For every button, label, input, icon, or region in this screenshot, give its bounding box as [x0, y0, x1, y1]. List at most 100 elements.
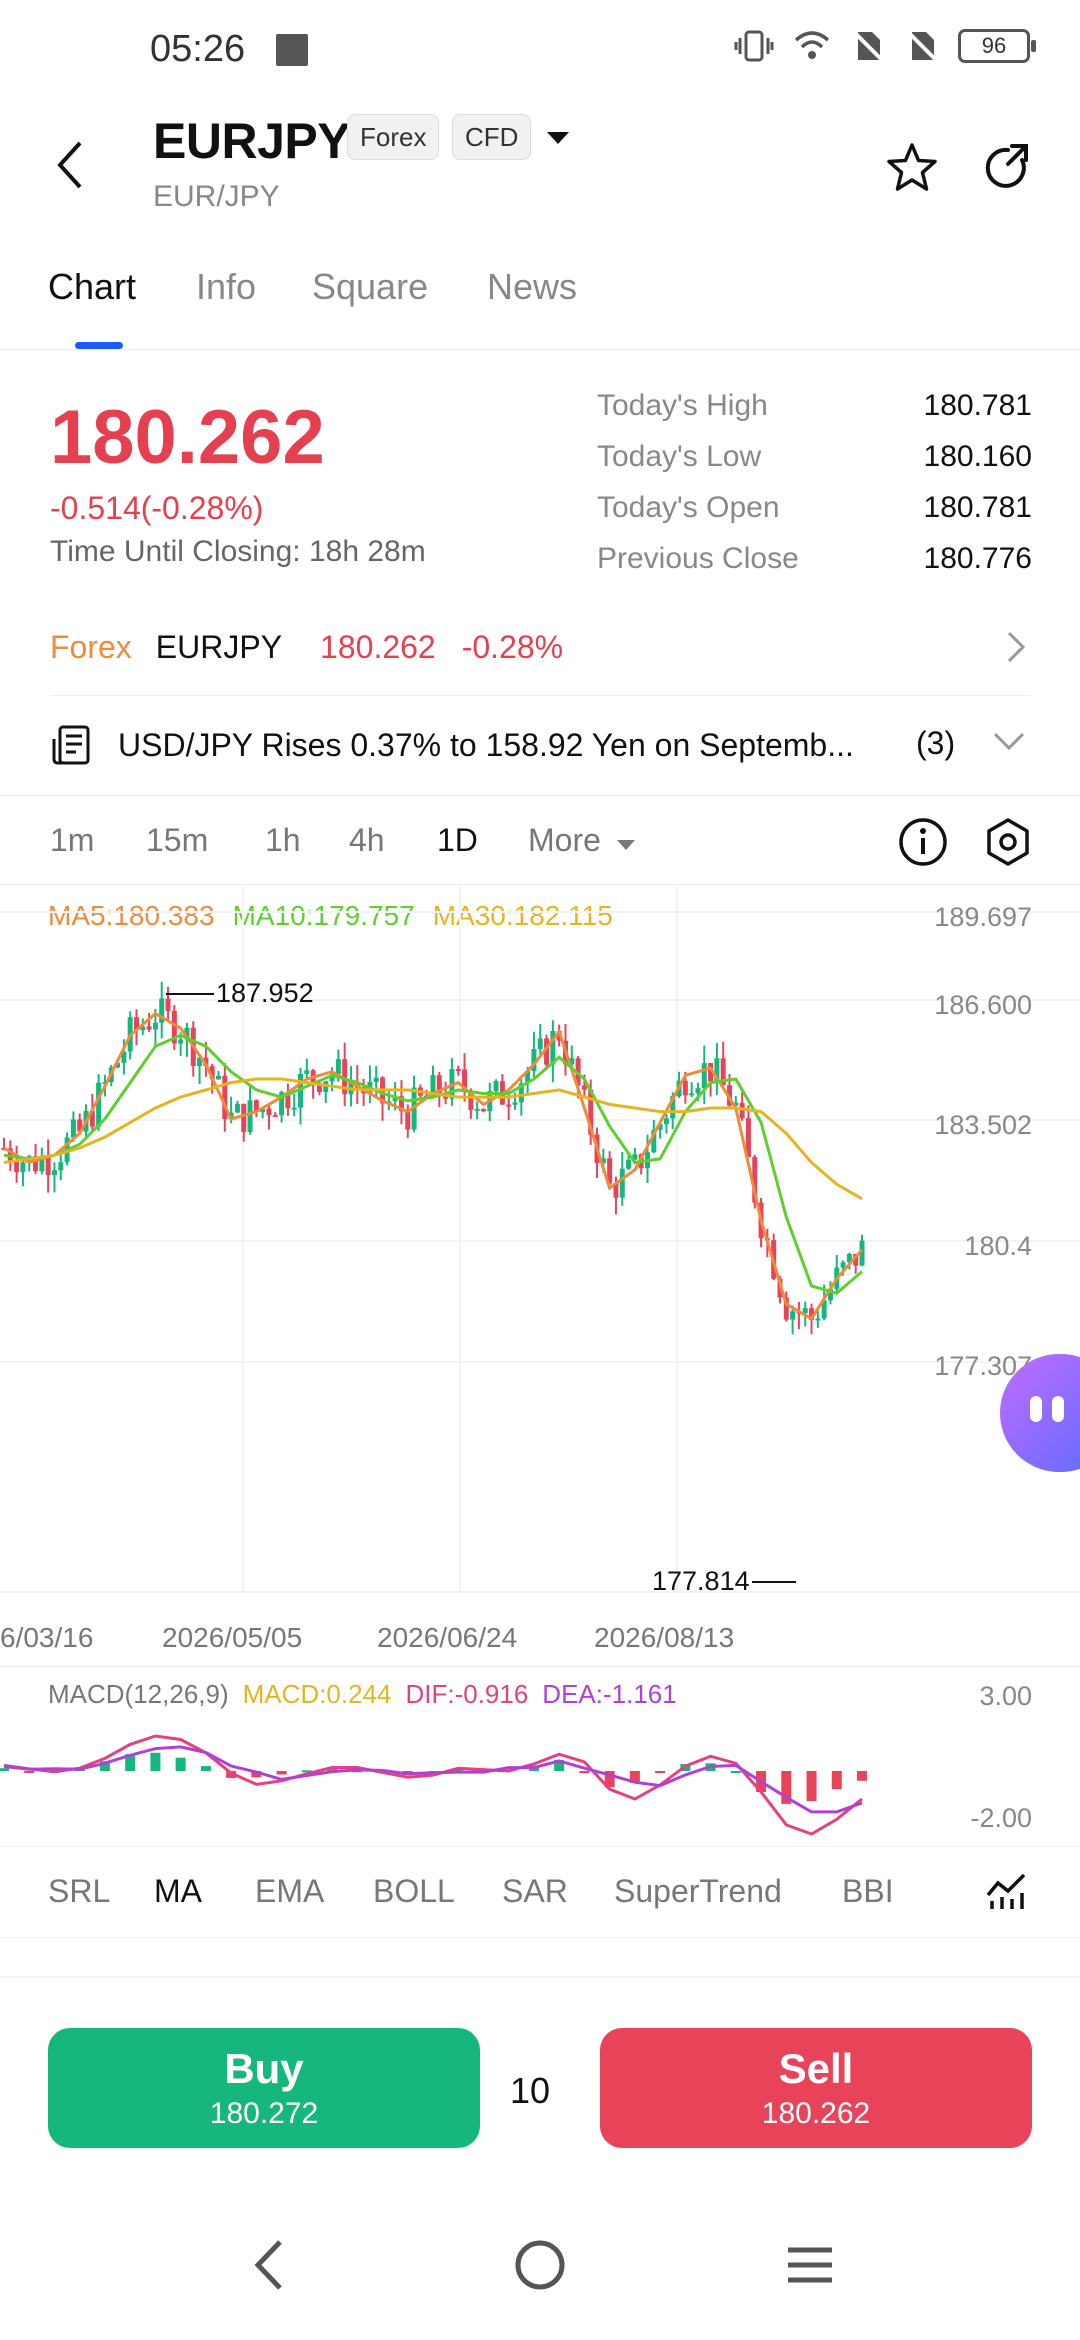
candle-body: [695, 1088, 701, 1094]
symbol-title: EURJPY: [153, 113, 351, 169]
candlestick-chart: [0, 886, 1080, 1593]
dif-line: [3, 1734, 863, 1836]
battery-level: 96: [981, 33, 1007, 58]
timeframe-1m[interactable]: 1m: [50, 822, 94, 859]
candle-body: [790, 1311, 796, 1320]
stat-label: Today's Low: [597, 439, 762, 473]
news-headline: USD/JPY Rises 0.37% to 158.92 Yen on Sep…: [118, 726, 854, 763]
app-header: EURJPY Forex CFD EUR/JPY: [0, 100, 1080, 240]
low-annotation-value: 177.814: [652, 1566, 750, 1596]
timeframe-15m[interactable]: 15m: [146, 822, 208, 859]
share-icon: [985, 144, 1028, 188]
tab-info[interactable]: Info: [196, 266, 256, 308]
macd-histogram-bar: [200, 1766, 211, 1771]
active-tab-indicator: [75, 342, 123, 349]
candle-body: [512, 1102, 518, 1105]
news-count: (3): [916, 725, 956, 761]
stat-value: 180.160: [923, 439, 1032, 473]
candle-body: [51, 1170, 57, 1176]
buy-button[interactable]: Buy 180.272: [48, 2028, 480, 2148]
sell-label: Sell: [778, 2045, 854, 2092]
indicator-supertrend[interactable]: SuperTrend: [614, 1873, 782, 1910]
macd-histogram-bar: [276, 1771, 287, 1775]
chart-info-button[interactable]: [897, 816, 949, 868]
system-nav-bar: [0, 2210, 1080, 2320]
macd-histogram-bar: [175, 1757, 186, 1771]
macd-y-bottom: -2.00: [970, 1803, 1032, 1833]
chart-settings-button[interactable]: [982, 816, 1034, 868]
timeframe-bar: 1m 15m 1h 4h 1D More: [0, 795, 1080, 885]
candle-body: [14, 1161, 20, 1173]
symbol-dropdown[interactable]: [545, 130, 571, 151]
chevron-left-icon: [57, 141, 82, 189]
low-annotation-line: [751, 1580, 796, 1583]
candle-body: [626, 1159, 632, 1169]
related-change: -0.28%: [461, 629, 564, 665]
macd-panel[interactable]: MACD(12,26,9) MACD:0.244 DIF:-0.916 DEA:…: [0, 1666, 1080, 1846]
candle-body: [682, 1080, 688, 1096]
sell-button[interactable]: Sell 180.262: [600, 2028, 1032, 2148]
sell-price: 180.262: [761, 2097, 871, 2130]
dea-value: DEA:-1.161: [542, 1679, 677, 1709]
indicator-boll[interactable]: BOLL: [373, 1873, 455, 1910]
stat-value: 180.776: [923, 541, 1032, 575]
share-button[interactable]: [978, 138, 1038, 198]
market-label: Forex: [50, 629, 132, 665]
timeframe-1h[interactable]: 1h: [265, 822, 301, 859]
candle-body: [619, 1168, 625, 1198]
tab-chart[interactable]: Chart: [48, 266, 136, 308]
macd-value: MACD:0.244: [242, 1679, 392, 1709]
info-icon: [899, 818, 947, 866]
candle-body: [815, 1318, 821, 1321]
timeframe-1d[interactable]: 1D: [437, 822, 478, 859]
related-symbol: EURJPY: [155, 629, 283, 665]
stat-label: Today's Open: [597, 490, 780, 524]
indicator-srl[interactable]: SRL: [48, 1873, 110, 1910]
tag-forex: Forex: [347, 114, 440, 160]
candle-body: [152, 1022, 158, 1030]
nav-back-button[interactable]: [228, 2230, 308, 2300]
chevron-right-icon: [1007, 631, 1026, 663]
indicator-settings-icon[interactable]: [984, 1869, 1028, 1913]
favorite-button[interactable]: [882, 138, 942, 198]
macd-histogram-bar: [806, 1771, 817, 1802]
candle-body: [493, 1081, 499, 1092]
timeframe-more[interactable]: More: [528, 822, 636, 859]
tab-news[interactable]: News: [487, 266, 577, 308]
related-instrument-row[interactable]: Forex EURJPY 180.262 -0.28%: [50, 600, 1030, 696]
buy-label: Buy: [224, 2045, 304, 2092]
price-change: -0.514(-0.28%): [50, 490, 264, 526]
price-chart[interactable]: MA5:180.383 MA10:179.757 MA30:182.115 18…: [0, 886, 1080, 1686]
macd-legend: MACD(12,26,9) MACD:0.244 DIF:-0.916 DEA:…: [48, 1679, 677, 1710]
news-icon: [52, 725, 90, 765]
candle-body: [241, 1103, 247, 1132]
high-annotation-value: 187.952: [216, 978, 314, 1008]
indicator-ma[interactable]: MA: [154, 1873, 202, 1910]
high-annotation: 187.952: [166, 978, 314, 1009]
x-tick: 2026/06/24: [377, 1622, 518, 1653]
candle-body: [234, 1103, 240, 1113]
quantity-value[interactable]: 10: [510, 2070, 550, 2112]
nav-home-button[interactable]: [500, 2230, 580, 2300]
news-ticker[interactable]: USD/JPY Rises 0.37% to 158.92 Yen on Sep…: [50, 697, 1030, 793]
back-button[interactable]: [40, 135, 100, 195]
candle-body: [96, 1082, 102, 1127]
star-icon: [887, 143, 937, 191]
no-sim-icon-2: [904, 28, 940, 64]
indicator-bar: SRL MA EMA BOLL SAR SuperTrend BBI: [0, 1846, 1080, 1938]
settings-icon: [987, 818, 1029, 866]
candle-body: [146, 1026, 152, 1030]
y-tick: 183.502: [934, 1110, 1032, 1140]
stat-value: 180.781: [923, 490, 1032, 524]
indicator-sar[interactable]: SAR: [502, 1873, 568, 1910]
candle-body: [537, 1038, 543, 1049]
low-annotation: 177.814: [652, 1566, 796, 1597]
timeframe-4h[interactable]: 4h: [349, 822, 385, 859]
nav-menu-button[interactable]: [770, 2230, 850, 2300]
tab-square[interactable]: Square: [312, 266, 428, 308]
quote-stats: Today's High 180.781 Today's Low 180.160 T…: [597, 380, 1032, 584]
nav-home-icon: [515, 2240, 565, 2290]
indicator-ema[interactable]: EMA: [255, 1873, 324, 1910]
indicator-bbi[interactable]: BBI: [842, 1873, 894, 1910]
candle-body: [802, 1308, 808, 1314]
